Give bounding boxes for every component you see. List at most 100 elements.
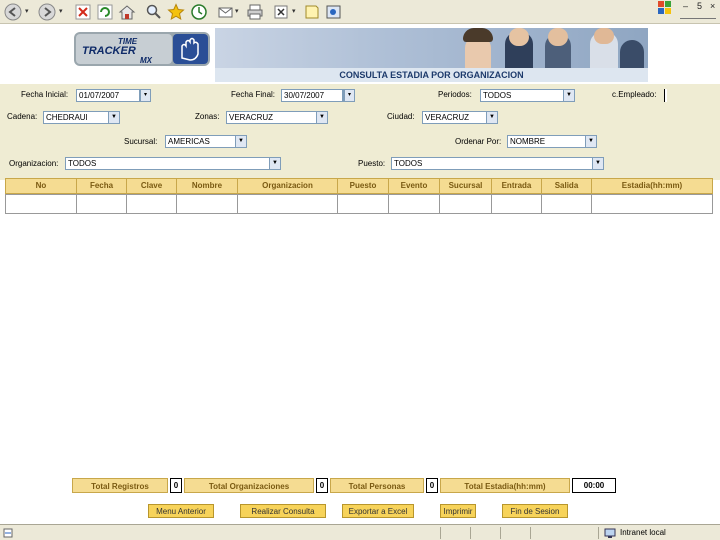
home-icon[interactable] [118,3,136,21]
table-cell [338,195,389,213]
exportar-excel-button[interactable]: Exportar a Excel [342,504,414,518]
restore-icon[interactable]: 5 [697,1,702,11]
edit-icon[interactable] [272,3,290,21]
chevron-down-icon: ▼ [563,90,574,101]
stop-icon[interactable] [74,3,92,21]
column-header[interactable]: Organizacion [238,179,338,193]
forward-dropdown-icon[interactable]: ▾ [59,7,65,15]
table-cell [127,195,177,213]
table-cell [592,195,712,213]
filter-panel: Fecha Inicial: 01/07/2007 ▾ Fecha Final:… [0,84,720,180]
table-cell [77,195,127,213]
mail-icon[interactable] [217,3,235,21]
column-header[interactable]: Sucursal [440,179,492,193]
page-title: CONSULTA ESTADIA POR ORGANIZACION [215,68,648,82]
sucursal-value: AMERICAS [168,137,210,146]
print-icon[interactable] [246,3,264,21]
fecha-final-field[interactable]: 30/07/2007 [281,89,343,102]
fecha-final-label: Fecha Final: [231,90,276,99]
column-header[interactable]: Puesto [338,179,389,193]
organizacion-select[interactable]: TODOS ▼ [65,157,281,170]
ciudad-select[interactable]: VERACRUZ ▼ [422,111,498,124]
history-icon[interactable] [190,3,208,21]
table-cell [238,195,338,213]
cadena-label: Cadena: [7,112,38,121]
status-divider [598,527,599,539]
fin-sesion-button[interactable]: Fin de Sesion [502,504,568,518]
chevron-down-icon: ▼ [592,158,603,169]
windows-logo-icon [658,1,672,14]
minimize-icon[interactable]: – [683,1,688,11]
column-header[interactable]: Clave [127,179,177,193]
column-header[interactable]: Fecha [77,179,127,193]
security-zone-label: Intranet local [620,528,666,537]
results-table-body [5,214,713,474]
ordenar-por-select[interactable]: NOMBRE ▼ [507,135,597,148]
chevron-down-icon: ▼ [108,112,119,123]
zonas-value: VERACRUZ [229,113,274,122]
column-header[interactable]: Estadia(hh:mm) [592,179,712,193]
total-estadia-value: 00:00 [572,478,616,493]
calendar-button-inicial[interactable]: ▾ [139,89,151,102]
column-header[interactable]: Nombre [177,179,238,193]
cadena-value: CHEDRAUI [46,113,88,122]
total-personas-value: 0 [426,478,438,493]
ciudad-label: Ciudad: [387,112,415,121]
back-icon[interactable] [4,3,22,21]
zonas-select[interactable]: VERACRUZ ▼ [226,111,328,124]
back-dropdown-icon[interactable]: ▾ [25,7,31,15]
ordenar-por-value: NOMBRE [510,137,546,146]
totals-bar: Total Registros 0 Total Organizaciones 0… [0,478,720,496]
realizar-consulta-button[interactable]: Realizar Consulta [240,504,326,518]
organizacion-value: TODOS [68,159,97,168]
refresh-icon[interactable] [96,3,114,21]
column-header[interactable]: Evento [389,179,440,193]
chevron-down-icon: ▼ [486,112,497,123]
table-cell [389,195,440,213]
calendar-button-final[interactable]: ▾ [343,89,355,102]
calendar-icon: ▾ [344,90,354,101]
action-bar: Menu Anterior Realizar Consulta Exportar… [0,504,720,520]
browser-toolbar: ▾ ▾ ▾ ▾ – 5 × [0,0,720,24]
edit-dropdown-icon[interactable]: ▾ [292,7,298,15]
calendar-icon: ▾ [140,90,150,101]
sucursal-select[interactable]: AMERICAS ▼ [165,135,247,148]
puesto-value: TODOS [394,159,423,168]
fecha-inicial-field[interactable]: 01/07/2007 [76,89,140,102]
menu-anterior-button[interactable]: Menu Anterior [148,504,214,518]
mail-dropdown-icon[interactable]: ▾ [235,7,241,15]
time-tracker-logo: TIME TRACKER MX [74,30,214,68]
total-personas-label: Total Personas [330,478,424,493]
table-cell [440,195,492,213]
empleado-field[interactable] [664,89,667,102]
favorites-icon[interactable] [167,3,185,21]
total-organizaciones-value: 0 [316,478,328,493]
search-icon[interactable] [145,3,163,21]
organizacion-label: Organizacion: [9,159,59,168]
table-cell [177,195,238,213]
zonas-label: Zonas: [195,112,220,121]
messenger-icon[interactable] [325,3,343,21]
table-cell [492,195,542,213]
periodos-select[interactable]: TODOS ▼ [480,89,575,102]
column-header[interactable]: Entrada [492,179,542,193]
total-organizaciones-label: Total Organizaciones [184,478,314,493]
sucursal-label: Sucursal: [124,137,158,146]
puesto-label: Puesto: [358,159,386,168]
cadena-select[interactable]: CHEDRAUI ▼ [43,111,120,124]
status-divider [470,527,471,539]
puesto-select[interactable]: TODOS ▼ [391,157,604,170]
close-icon[interactable]: × [710,1,715,11]
page: TIME TRACKER MX CONSULTA ESTADIA POR ORG… [0,24,720,524]
table-cell [542,195,592,213]
address-strip[interactable] [680,13,716,19]
imprimir-button[interactable]: Imprimir [440,504,476,518]
discuss-icon[interactable] [303,3,321,21]
column-header[interactable]: Salida [542,179,592,193]
table-row[interactable] [5,194,713,214]
forward-icon[interactable] [38,3,56,21]
column-header[interactable]: No [6,179,77,193]
empleado-label: c.Empleado: [612,90,657,99]
total-registros-value: 0 [170,478,182,493]
ordenar-por-label: Ordenar Por: [455,137,502,146]
